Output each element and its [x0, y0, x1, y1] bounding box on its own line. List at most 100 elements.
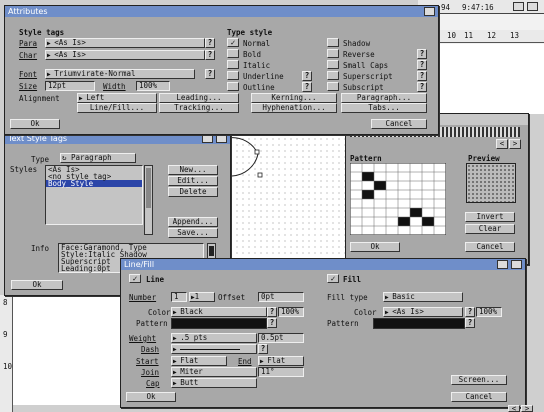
fill-color-help-button[interactable]: ?: [465, 307, 475, 317]
zoom-icon[interactable]: [497, 260, 508, 269]
line-percent-field[interactable]: 100%: [278, 307, 304, 317]
outline-help-button[interactable]: ?: [302, 82, 312, 92]
superscript-checkbox[interactable]: [327, 71, 339, 80]
cap-cycle[interactable]: ▶ Butt: [171, 378, 257, 388]
fill-pattern-swatch[interactable]: [373, 318, 465, 329]
delete-button[interactable]: Delete: [168, 187, 218, 197]
zoom-icon[interactable]: [202, 134, 213, 143]
char-help-button[interactable]: ?: [205, 50, 215, 60]
shadow-checkbox[interactable]: [327, 38, 339, 47]
save-button[interactable]: Save...: [168, 228, 218, 238]
font-cycle[interactable]: ▶ Triumvirate-Normal: [45, 69, 195, 79]
leading-button[interactable]: Leading...: [159, 93, 239, 103]
kerning-button[interactable]: Kerning...: [251, 93, 337, 103]
number-cycle[interactable]: ▶1: [189, 292, 215, 302]
number-field[interactable]: 1: [171, 292, 187, 302]
fill-color-value: <As Is>: [392, 307, 424, 316]
para-help-button[interactable]: ?: [205, 38, 215, 48]
line-color-label: Color: [148, 308, 171, 317]
line-checkbox[interactable]: ✓: [129, 274, 141, 283]
weight-label: Weight: [129, 334, 157, 343]
char-value: <As Is>: [54, 50, 86, 59]
fill-percent-field[interactable]: 100%: [476, 307, 502, 317]
hyphenation-button[interactable]: Hyphenation...: [251, 103, 337, 113]
subscript-checkbox[interactable]: [327, 82, 339, 91]
small-caps-checkbox[interactable]: [327, 60, 339, 69]
doc-scroll-right-button[interactable]: >: [521, 405, 533, 412]
tabs-button[interactable]: Tabs...: [341, 103, 427, 113]
tracking-button[interactable]: Tracking...: [159, 103, 239, 113]
join-cycle[interactable]: ▶ Miter: [171, 367, 257, 377]
line-fill-button[interactable]: Line/Fill...: [77, 103, 157, 113]
ruler-number: 12: [487, 31, 497, 40]
doc-scroll-left-button[interactable]: <: [508, 405, 520, 412]
outline-checkbox[interactable]: [227, 82, 239, 91]
fill-pattern-ok-button[interactable]: Ok: [350, 242, 400, 252]
paragraph-button[interactable]: Paragraph...: [341, 93, 427, 103]
normal-checkbox[interactable]: ✓: [227, 38, 239, 47]
start-cycle[interactable]: ▶ Flat: [171, 356, 227, 366]
type-label: Type: [31, 155, 50, 164]
invert-button[interactable]: Invert: [465, 212, 515, 222]
line-color-help-button[interactable]: ?: [267, 307, 277, 317]
new-button[interactable]: New...: [168, 165, 218, 175]
subscript-help-button[interactable]: ?: [417, 82, 427, 92]
join-angle-field[interactable]: 11°: [258, 367, 304, 377]
para-cycle[interactable]: ▶ <As Is>: [45, 38, 205, 48]
line-pattern-help-button[interactable]: ?: [267, 318, 277, 328]
type-cycle[interactable]: ↻ Paragraph: [60, 153, 136, 163]
line-fill-cancel-button[interactable]: Cancel: [451, 392, 507, 402]
underline-help-button[interactable]: ?: [302, 71, 312, 81]
offset-field[interactable]: 0pt: [258, 292, 304, 302]
superscript-help-button[interactable]: ?: [417, 71, 427, 81]
fill-checkbox[interactable]: ✓: [327, 274, 339, 283]
clear-button[interactable]: Clear: [465, 224, 515, 234]
alignment-value: Left: [86, 93, 105, 102]
pattern-editor-grid[interactable]: [350, 163, 446, 235]
scroll-right-button[interactable]: >: [509, 139, 521, 149]
weight-custom-field[interactable]: 0.5pt: [258, 333, 304, 343]
font-help-button[interactable]: ?: [205, 69, 215, 79]
pattern-preview: [466, 163, 516, 203]
scroll-left-button[interactable]: <: [496, 139, 508, 149]
type-style-label: Type style: [227, 28, 273, 37]
underline-checkbox[interactable]: [227, 71, 239, 80]
attributes-ok-button[interactable]: Ok: [10, 119, 60, 129]
line-fill-ok-button[interactable]: Ok: [126, 392, 176, 402]
fill-type-cycle[interactable]: ▶ Basic: [383, 292, 463, 302]
line-color-cycle[interactable]: ▶ Black: [171, 307, 267, 317]
screen-button[interactable]: Screen...: [451, 375, 507, 385]
end-cycle[interactable]: ▶ Flat: [258, 356, 304, 366]
small-caps-help-button[interactable]: ?: [417, 60, 427, 70]
styles-list[interactable]: <As Is> <no style tag> Body_Style: [45, 165, 143, 225]
edit-button[interactable]: Edit...: [168, 176, 218, 186]
dash-help-button[interactable]: ?: [258, 344, 268, 354]
subscript-label: Subscript: [343, 83, 384, 92]
italic-checkbox[interactable]: [227, 60, 239, 69]
alignment-cycle[interactable]: ▶ Left: [77, 93, 157, 103]
dash-label: Dash: [141, 345, 160, 354]
list-item[interactable]: Body_Style: [46, 180, 142, 187]
styles-scrollbar[interactable]: [144, 165, 153, 235]
text-style-tags-ok-button[interactable]: Ok: [11, 280, 63, 290]
width-field[interactable]: 100%: [136, 81, 170, 91]
append-button[interactable]: Append...: [168, 217, 218, 227]
depth-icon[interactable]: [424, 7, 435, 16]
screen-back-icon[interactable]: [527, 2, 538, 11]
bold-checkbox[interactable]: [227, 49, 239, 58]
para-label: Para: [19, 39, 38, 48]
line-pattern-swatch[interactable]: [171, 318, 267, 329]
char-cycle[interactable]: ▶ <As Is>: [45, 50, 205, 60]
fill-pattern-help-button[interactable]: ?: [465, 318, 475, 328]
attributes-cancel-button[interactable]: Cancel: [371, 119, 427, 129]
dash-cycle[interactable]: ▶: [171, 344, 257, 354]
screen-depth-icon[interactable]: [513, 2, 524, 11]
weight-cycle[interactable]: ▶ .5 pts: [171, 333, 257, 343]
depth-icon[interactable]: [216, 134, 227, 143]
fill-color-cycle[interactable]: ▶ <As Is>: [383, 307, 463, 317]
depth-icon[interactable]: [511, 260, 522, 269]
reverse-help-button[interactable]: ?: [417, 49, 427, 59]
fill-pattern-cancel-button[interactable]: Cancel: [465, 242, 515, 252]
reverse-checkbox[interactable]: [327, 49, 339, 58]
size-field[interactable]: 12pt: [45, 81, 95, 91]
